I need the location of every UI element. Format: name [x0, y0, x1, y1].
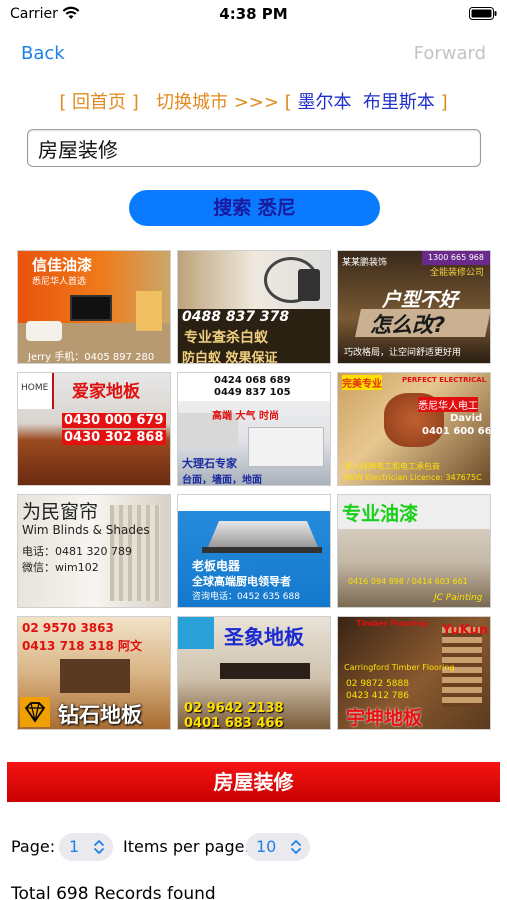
diamond-icon [20, 697, 50, 727]
ad-text: 全能装修公司 [430, 268, 485, 278]
bracket-open: [ [284, 92, 292, 113]
ad-aijia-floor[interactable]: HOME 爱家地板 0430 000 679 0430 302 868 [17, 372, 171, 486]
ad-text: 全球高端厨电领导者 [192, 575, 291, 588]
ad-text: YuKun [442, 623, 489, 638]
ad-rangehood[interactable]: 老板电器 全球高端厨电领导者 咨询电话：0452 635 688 [177, 494, 331, 608]
ad-renovation[interactable]: 某某鹏装饰 1300 665 968 全能装修公司 户型不好 怎么改? 巧改格局… [337, 250, 491, 364]
search-button[interactable]: 搜索 悉尼 [129, 190, 380, 226]
ad-text: 02 9872 5888 [346, 679, 409, 689]
forward-button[interactable]: Forward [414, 43, 486, 64]
status-bar: Carrier 4:38 PM [0, 0, 507, 28]
ad-text: 咨询电话：0452 635 688 [192, 592, 300, 602]
items-per-page-select[interactable]: 10 [246, 833, 310, 861]
ad-text: 悉尼华人首选 [32, 277, 87, 287]
ad-text: 台面，墙面，地面 [182, 475, 262, 486]
ad-text: 0401 683 466 [184, 716, 284, 730]
back-button[interactable]: Back [21, 43, 65, 64]
ad-text: 专业油漆 [342, 503, 419, 525]
ad-text: 0430 302 868 [62, 430, 166, 445]
ad-text: 大理石专家 [182, 457, 237, 470]
chevron-up-down-icon [94, 840, 104, 854]
ad-text: 02 9570 3863 [22, 621, 114, 635]
ad-text: 0416 094 898 / 0414 603 661 [348, 577, 468, 586]
ad-grid: 信佳油漆 悉尼华人首选 Jerry 手机：0405 897 280 0488 8… [17, 250, 491, 732]
status-time: 4:38 PM [219, 5, 288, 23]
ad-text: 防白蚁 效果保证 [182, 351, 278, 364]
ad-text: 0430 000 679 [62, 413, 166, 428]
bracket-close: ] [440, 92, 448, 113]
ad-text: 0488 837 378 [182, 309, 290, 325]
ad-elephant-floor[interactable]: 圣象地板 02 9642 2138 0401 683 466 [177, 616, 331, 730]
ad-text: 信佳油漆 [32, 256, 93, 274]
search-input[interactable] [27, 129, 481, 167]
ad-text: 某某鹏装饰 [342, 258, 388, 268]
ad-text: 02 9642 2138 [184, 701, 284, 716]
ad-text: 圣象地板 [224, 625, 304, 649]
ad-marble[interactable]: 0424 068 689 0449 837 105 高端 大气 时尚 大理石专家… [177, 372, 331, 486]
ad-text: 钻石地板 [58, 703, 142, 727]
ad-text: 悉尼华人电工 [418, 397, 478, 412]
ad-text: 微信：wim102 [22, 561, 99, 574]
ad-text: HOME [21, 383, 49, 393]
ad-text: 0423 412 786 [346, 691, 409, 701]
ad-text: Carringford Timber Flooring [344, 663, 455, 672]
ad-text: 为民窗帘 [22, 501, 99, 523]
ad-blinds[interactable]: 为民窗帘 Wim Blinds & Shades 电话：0481 320 789… [17, 494, 171, 608]
ad-text: 电话：0481 320 789 [22, 545, 132, 558]
city-link-melbourne[interactable]: 墨尔本 [297, 92, 351, 113]
items-per-page-label: Items per page: [123, 837, 250, 856]
ad-pro-paint[interactable]: 专业油漆 0416 094 898 / 0414 603 661 JC Pain… [337, 494, 491, 608]
ad-text: 0413 718 318 阿文 [22, 639, 143, 653]
ad-text: 怎么改? [370, 313, 446, 337]
battery-icon [469, 7, 497, 20]
ad-yukun-floor[interactable]: Timber Flooring YuKun Carringford Timber… [337, 616, 491, 730]
records-count: Total 698 Records found [11, 884, 216, 900]
ad-text: David [450, 413, 483, 424]
ad-text: 老板电器 [192, 559, 241, 573]
ad-text: JC Painting [434, 593, 483, 603]
ad-text: 华人持牌电工和电工承包商 [344, 462, 440, 471]
ad-diamond-floor[interactable]: 02 9570 3863 0413 718 318 阿文 钻石地板 [17, 616, 171, 730]
ad-text: 0449 837 105 [214, 387, 291, 398]
ad-text: Wim Blinds & Shades [22, 523, 150, 537]
items-per-page-value: 10 [256, 837, 277, 856]
category-title-banner: 房屋装修 [7, 762, 500, 802]
city-link-brisbane[interactable]: 布里斯本 [363, 92, 435, 113]
page-select[interactable]: 1 [59, 833, 113, 861]
ad-termite[interactable]: 0488 837 378 专业查杀白蚁 防白蚁 效果保证 [177, 250, 331, 364]
ad-text: 完美专业 [342, 375, 382, 390]
ad-text: 户型不好 [382, 289, 459, 311]
ad-text: PERFECT ELECTRICAL [402, 376, 487, 384]
switch-city-label: 切换城市 >>> [155, 92, 279, 113]
page-select-value: 1 [69, 837, 80, 856]
ad-text: 0424 068 689 [214, 375, 291, 386]
chevron-up-down-icon [291, 840, 301, 854]
ad-text: NSW Electrician Licence: 347675C [344, 473, 482, 482]
ad-electrician[interactable]: 完美专业 PERFECT ELECTRICAL 悉尼华人电工 David 040… [337, 372, 491, 486]
city-switch-row: [ 回首页 ] 切换城市 >>> [ 墨尔本 布里斯本 ] [0, 88, 507, 114]
ad-xinjia-paint[interactable]: 信佳油漆 悉尼华人首选 Jerry 手机：0405 897 280 [17, 250, 171, 364]
home-link[interactable]: [ 回首页 ] [59, 92, 139, 113]
ad-text: 0401 600 660 [422, 426, 491, 437]
page-label: Page: [11, 837, 56, 856]
ad-text: 宇坤地板 [346, 707, 423, 729]
ad-text: 1300 665 968 [428, 253, 484, 262]
ad-text: 高端 大气 时尚 [212, 411, 279, 422]
ad-text: Jerry 手机：0405 897 280 [28, 352, 155, 363]
ad-text: Timber Flooring [356, 619, 428, 628]
ad-text: 专业查杀白蚁 [184, 330, 268, 346]
ad-text: 巧改格局，让空间舒适更好用 [344, 348, 462, 358]
ad-text: 爱家地板 [72, 382, 140, 402]
